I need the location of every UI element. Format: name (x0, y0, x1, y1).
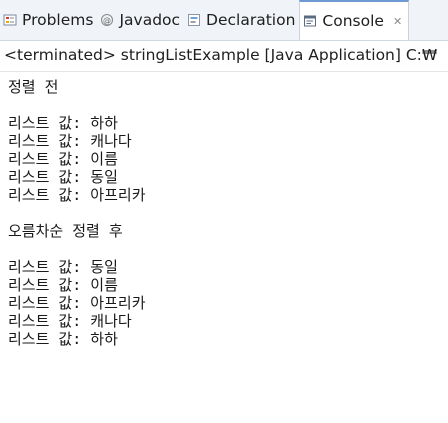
tab-problems[interactable]: Problems (0, 0, 97, 40)
console-line: 리스트 값: 동일 (8, 258, 118, 276)
console-line: 리스트 값: 캐나다 (8, 312, 132, 330)
console-line: 리스트 값: 아프리카 (8, 294, 146, 312)
tab-label: Javadoc (119, 11, 181, 29)
console-line: 리스트 값: 이름 (8, 150, 118, 168)
tab-label: Problems (22, 11, 94, 29)
divider (0, 71, 448, 72)
console-line: 오름차순 정렬 후 (8, 222, 123, 240)
tab-javadoc[interactable]: @ Javadoc (97, 0, 184, 40)
console-line: 리스트 값: 이름 (8, 276, 118, 294)
console-line: 리스트 값: 하하 (8, 330, 118, 348)
console-output[interactable]: 정렬 전 리스트 값: 하하 리스트 값: 캐나다 리스트 값: 이름 리스트 … (8, 78, 440, 348)
console-line: 리스트 값: 하하 (8, 114, 118, 132)
problems-icon (3, 13, 17, 27)
view-tab-bar: Problems @ Javadoc Declaration Console ✕ (0, 0, 448, 41)
process-status: <terminated> stringListExample [Java App… (4, 46, 438, 64)
javadoc-icon: @ (100, 13, 114, 27)
console-line: 리스트 값: 아프리카 (8, 186, 146, 204)
console-icon (303, 14, 317, 28)
tab-declaration[interactable]: Declaration (184, 0, 299, 40)
close-icon[interactable]: ✕ (393, 15, 402, 28)
declaration-icon (187, 13, 201, 27)
console-line: 리스트 값: 캐나다 (8, 132, 132, 150)
console-line: 정렬 전 (8, 78, 59, 96)
tab-label: Console (322, 12, 384, 30)
console-line: 리스트 값: 동일 (8, 168, 118, 186)
tab-label: Declaration (206, 11, 296, 29)
tab-console[interactable]: Console ✕ (299, 0, 410, 40)
svg-text:@: @ (103, 16, 111, 25)
